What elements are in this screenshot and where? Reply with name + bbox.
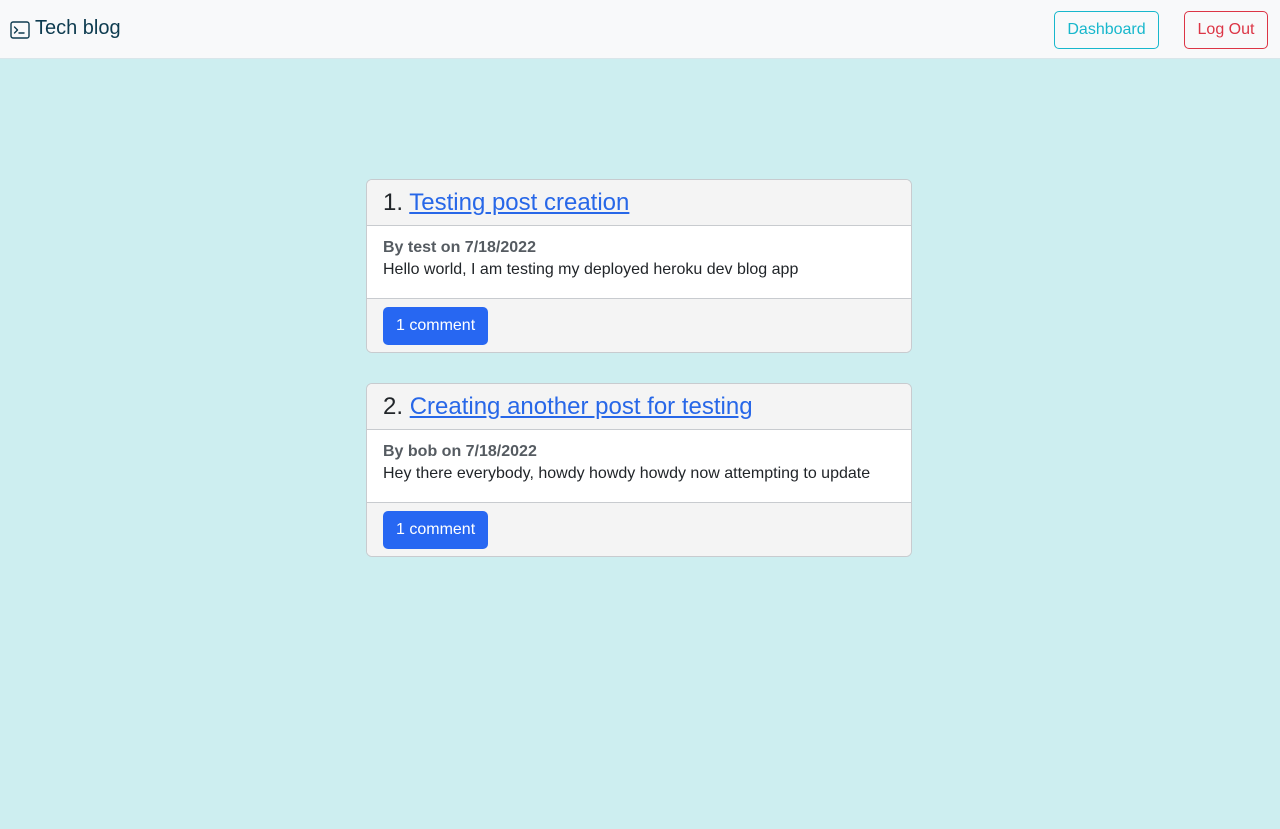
dashboard-button[interactable]: Dashboard: [1054, 11, 1159, 49]
post-meta: By test on 7/18/2022: [383, 239, 536, 256]
post-number: 1.: [383, 189, 404, 216]
terminal-icon: [10, 20, 30, 39]
post-content: Hey there everybody, howdy howdy howdy n…: [383, 465, 871, 482]
logout-button[interactable]: Log Out: [1184, 11, 1268, 49]
brand-label: Tech blog: [35, 17, 121, 39]
post-body: By bob on 7/18/2022 Hey there everybody,…: [367, 430, 911, 502]
post-body: By test on 7/18/2022 Hello world, I am t…: [367, 226, 911, 298]
post-header: 2. Creating another post for testing: [367, 384, 911, 430]
post-number: 2.: [383, 393, 404, 420]
post-title-link[interactable]: Creating another post for testing: [410, 393, 753, 420]
post-footer: 1 comment: [367, 502, 911, 556]
comments-button[interactable]: 1 comment: [383, 307, 489, 345]
brand[interactable]: Tech blog: [10, 16, 121, 40]
comments-button[interactable]: 1 comment: [383, 511, 489, 549]
post-card: 1. Testing post creation By test on 7/18…: [366, 179, 912, 353]
post-card: 2. Creating another post for testing By …: [366, 383, 912, 557]
post-header: 1. Testing post creation: [367, 180, 911, 226]
post-content: Hello world, I am testing my deployed he…: [383, 261, 799, 278]
navbar: Tech blog Dashboard Log Out: [0, 0, 1280, 59]
post-footer: 1 comment: [367, 298, 911, 352]
post-title-link[interactable]: Testing post creation: [409, 189, 629, 216]
post-meta: By bob on 7/18/2022: [383, 443, 537, 460]
